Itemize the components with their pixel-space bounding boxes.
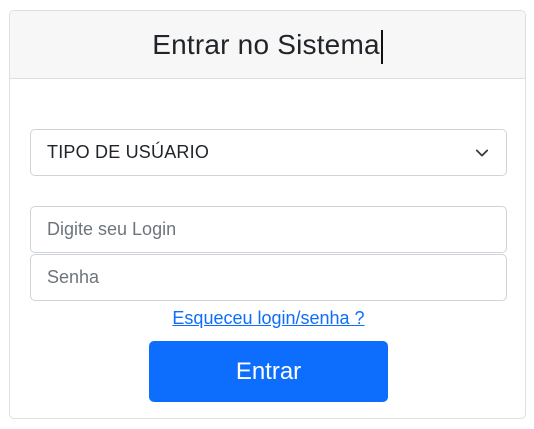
login-submit-button[interactable]: Entrar bbox=[149, 341, 388, 402]
card-header: Entrar no Sistema bbox=[10, 11, 525, 79]
login-card: Entrar no Sistema TIPO DE USÚARIO Esquec… bbox=[9, 10, 526, 419]
forgot-credentials-link[interactable]: Esqueceu login/senha ? bbox=[10, 308, 525, 329]
user-type-selected-value: TIPO DE USÚARIO bbox=[47, 142, 210, 162]
password-input[interactable] bbox=[30, 254, 507, 301]
page-title: Entrar no Sistema bbox=[152, 28, 380, 60]
text-cursor bbox=[380, 29, 383, 64]
user-type-select[interactable]: TIPO DE USÚARIO bbox=[30, 129, 507, 176]
chevron-down-icon bbox=[475, 149, 489, 157]
login-input[interactable] bbox=[30, 206, 507, 253]
